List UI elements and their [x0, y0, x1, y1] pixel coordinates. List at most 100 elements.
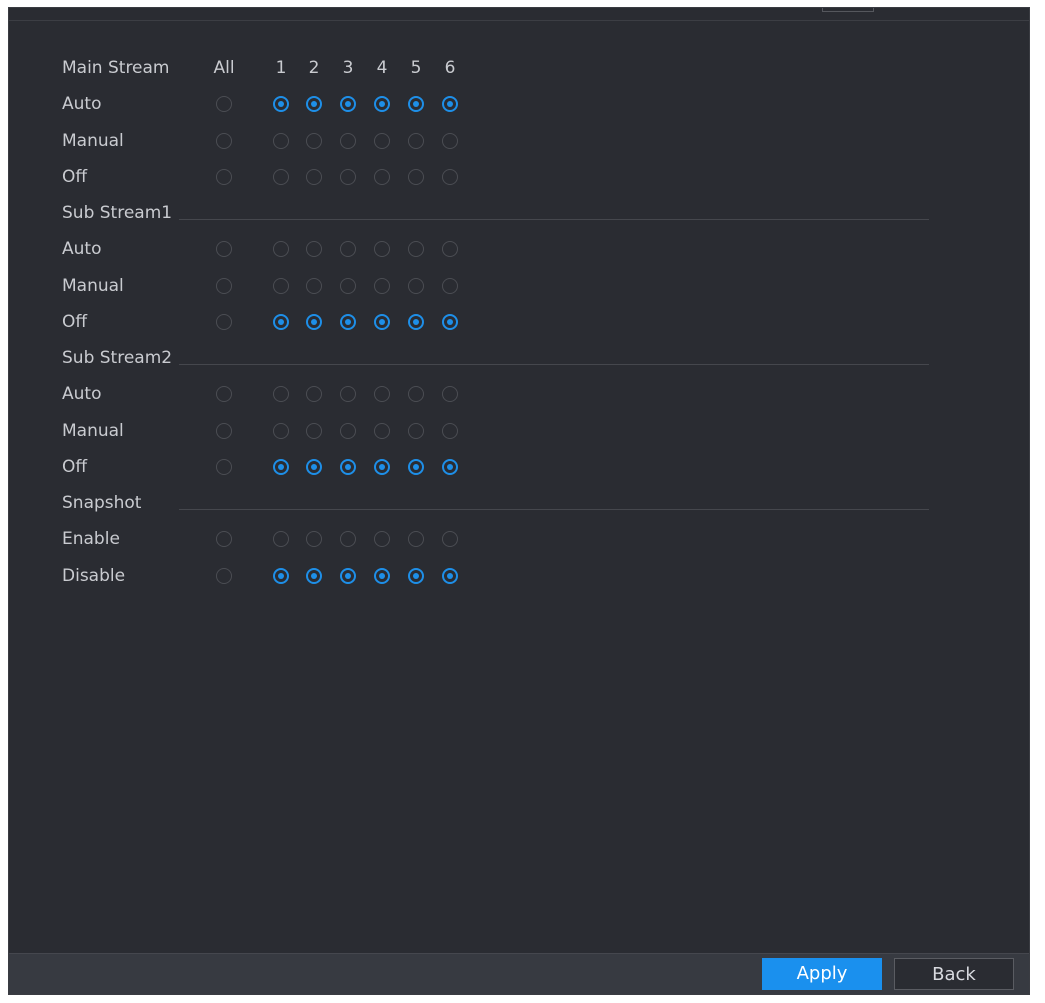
option-label: Auto: [62, 384, 102, 405]
section-title: Sub Stream1: [62, 203, 173, 223]
radio-all[interactable]: [216, 96, 232, 113]
radio-channel-3[interactable]: [340, 168, 356, 185]
radio-channel-4[interactable]: [374, 386, 390, 403]
top-tab-marker: [822, 8, 874, 12]
section-header-row: Snapshot: [9, 485, 1029, 521]
footer-bar: Apply Back: [9, 953, 1029, 994]
settings-panel: Main Stream All 1 2 3 4 5 6 Auto Manual Off Sub Str…: [8, 7, 1030, 995]
radio-channel-3[interactable]: [340, 422, 356, 439]
radio-channel-5[interactable]: [408, 96, 424, 113]
radio-all[interactable]: [216, 386, 232, 403]
radio-channel-6[interactable]: [442, 277, 458, 294]
radio-channel-2[interactable]: [306, 386, 322, 403]
option-label: Manual: [62, 130, 124, 151]
radio-channel-6[interactable]: [442, 132, 458, 149]
option-label: Auto: [62, 94, 102, 115]
radio-channel-4[interactable]: [374, 277, 390, 294]
radio-channel-4[interactable]: [374, 132, 390, 149]
radio-channel-4[interactable]: [374, 96, 390, 113]
option-row: Off: [9, 449, 1029, 485]
radio-channel-3[interactable]: [340, 241, 356, 258]
radio-channel-5[interactable]: [408, 422, 424, 439]
radio-channel-3[interactable]: [340, 277, 356, 294]
radio-channel-6[interactable]: [442, 386, 458, 403]
radio-channel-2[interactable]: [306, 531, 322, 548]
radio-channel-4[interactable]: [374, 313, 390, 330]
section-header-row: Sub Stream1: [9, 195, 1029, 231]
radio-channel-5[interactable]: [408, 168, 424, 185]
option-label: Manual: [62, 275, 124, 296]
column-header-channel: 5: [410, 58, 422, 78]
radio-channel-2[interactable]: [306, 168, 322, 185]
apply-button[interactable]: Apply: [762, 958, 882, 990]
radio-channel-1[interactable]: [273, 132, 289, 149]
radio-all[interactable]: [216, 277, 232, 294]
option-row: Off: [9, 304, 1029, 340]
radio-channel-2[interactable]: [306, 96, 322, 113]
back-button[interactable]: Back: [894, 958, 1014, 990]
radio-channel-3[interactable]: [340, 531, 356, 548]
radio-channel-5[interactable]: [408, 241, 424, 258]
option-row: Off: [9, 159, 1029, 195]
radio-channel-4[interactable]: [374, 531, 390, 548]
radio-channel-2[interactable]: [306, 567, 322, 584]
radio-channel-5[interactable]: [408, 386, 424, 403]
section-header-row: Main Stream All 1 2 3 4 5 6: [9, 50, 1029, 86]
radio-all[interactable]: [216, 132, 232, 149]
radio-channel-2[interactable]: [306, 422, 322, 439]
radio-channel-4[interactable]: [374, 567, 390, 584]
radio-channel-1[interactable]: [273, 277, 289, 294]
radio-channel-5[interactable]: [408, 132, 424, 149]
radio-channel-4[interactable]: [374, 241, 390, 258]
radio-channel-1[interactable]: [273, 386, 289, 403]
radio-all[interactable]: [216, 313, 232, 330]
radio-channel-1[interactable]: [273, 313, 289, 330]
radio-channel-6[interactable]: [442, 531, 458, 548]
section-title: Main Stream: [62, 58, 170, 78]
radio-all[interactable]: [216, 241, 232, 258]
radio-all[interactable]: [216, 168, 232, 185]
radio-channel-3[interactable]: [340, 458, 356, 475]
radio-channel-3[interactable]: [340, 96, 356, 113]
option-label: Off: [62, 311, 88, 332]
radio-channel-1[interactable]: [273, 96, 289, 113]
radio-channel-4[interactable]: [374, 422, 390, 439]
radio-all[interactable]: [216, 567, 232, 584]
radio-channel-2[interactable]: [306, 277, 322, 294]
radio-channel-1[interactable]: [273, 458, 289, 475]
radio-channel-6[interactable]: [442, 458, 458, 475]
radio-all[interactable]: [216, 531, 232, 548]
radio-channel-1[interactable]: [273, 168, 289, 185]
radio-channel-3[interactable]: [340, 313, 356, 330]
radio-channel-4[interactable]: [374, 168, 390, 185]
column-header-channel: 4: [376, 58, 388, 78]
radio-channel-1[interactable]: [273, 567, 289, 584]
radio-channel-6[interactable]: [442, 241, 458, 258]
radio-channel-5[interactable]: [408, 531, 424, 548]
radio-channel-3[interactable]: [340, 567, 356, 584]
radio-channel-3[interactable]: [340, 386, 356, 403]
radio-channel-1[interactable]: [273, 422, 289, 439]
radio-channel-4[interactable]: [374, 458, 390, 475]
radio-channel-2[interactable]: [306, 313, 322, 330]
radio-channel-6[interactable]: [442, 168, 458, 185]
option-row: Auto: [9, 231, 1029, 267]
radio-channel-6[interactable]: [442, 96, 458, 113]
radio-channel-2[interactable]: [306, 241, 322, 258]
radio-channel-6[interactable]: [442, 422, 458, 439]
top-divider: [9, 20, 1029, 21]
radio-all[interactable]: [216, 422, 232, 439]
radio-channel-5[interactable]: [408, 567, 424, 584]
radio-channel-6[interactable]: [442, 313, 458, 330]
radio-channel-5[interactable]: [408, 458, 424, 475]
radio-channel-5[interactable]: [408, 313, 424, 330]
radio-all[interactable]: [216, 458, 232, 475]
section-header-row: Sub Stream2: [9, 340, 1029, 376]
radio-channel-1[interactable]: [273, 531, 289, 548]
radio-channel-2[interactable]: [306, 132, 322, 149]
radio-channel-6[interactable]: [442, 567, 458, 584]
radio-channel-1[interactable]: [273, 241, 289, 258]
radio-channel-5[interactable]: [408, 277, 424, 294]
radio-channel-2[interactable]: [306, 458, 322, 475]
radio-channel-3[interactable]: [340, 132, 356, 149]
